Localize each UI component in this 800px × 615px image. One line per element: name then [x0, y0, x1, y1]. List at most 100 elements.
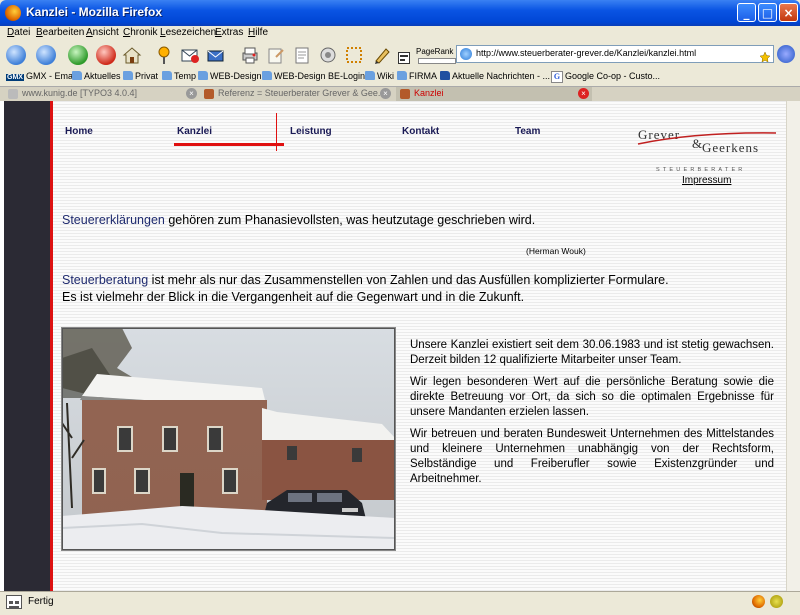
nav-kanzlei[interactable]: Kanzlei: [177, 126, 212, 137]
home-icon[interactable]: [122, 45, 142, 65]
intro-highlight: Steuerberatung: [62, 273, 149, 287]
firefox-status-icon[interactable]: [752, 595, 765, 608]
nav-leistung[interactable]: Leistung: [290, 126, 332, 137]
mail-icon[interactable]: [180, 45, 200, 65]
settings-icon[interactable]: [318, 45, 338, 65]
tab-close-icon[interactable]: ×: [380, 88, 391, 99]
maximize-button[interactable]: □: [758, 3, 777, 22]
tab-strip: www.kunig.de [TYPO3 4.0.4] × Referenz = …: [0, 86, 800, 102]
bookmark-wiki[interactable]: Wiki: [365, 71, 394, 81]
bookmark-google-coop[interactable]: G Google Co-op - Custo...: [551, 71, 660, 83]
address-bar[interactable]: http://www.steuerberater-grever.de/Kanzl…: [456, 45, 774, 63]
logo-name-2: Geerkens: [702, 140, 759, 155]
accent-line: [50, 101, 53, 591]
menu-datei[interactable]: Datei: [7, 27, 30, 38]
bookmark-aktuelles[interactable]: Aktuelles: [72, 71, 121, 81]
logo[interactable]: Grever & Geerkens STEUERBERATER: [636, 124, 778, 174]
bookmark-temp[interactable]: Temp: [162, 71, 196, 81]
edit-icon[interactable]: [266, 45, 286, 65]
print-icon[interactable]: [240, 45, 260, 65]
nav-home[interactable]: Home: [65, 126, 93, 137]
impressum-link[interactable]: Impressum: [682, 175, 731, 186]
rss-icon: [440, 71, 450, 80]
menu-ansicht[interactable]: Ansicht: [86, 27, 119, 38]
navigation-toolbar: PageRank http://www.steuerberater-grever…: [0, 41, 800, 70]
menu-extras[interactable]: Extras: [215, 27, 243, 38]
bookmark-gmx[interactable]: GMX GMX - Email: [6, 71, 77, 81]
nav-divider: [276, 113, 277, 151]
bookmark-aktuelle-nachrichten[interactable]: Aktuelle Nachrichten - ...: [440, 71, 550, 81]
tab-close-icon[interactable]: ×: [578, 88, 589, 99]
bookmark-web-design-be-logins[interactable]: WEB-Design BE-Logins: [262, 71, 370, 81]
nav-kontakt[interactable]: Kontakt: [402, 126, 439, 137]
minimize-button[interactable]: _: [737, 3, 756, 22]
inbox-icon[interactable]: [206, 45, 226, 65]
pagerank-label: PageRank: [416, 47, 454, 56]
folder-icon: [162, 71, 172, 80]
quote-rest: gehören zum Phanasievollsten, was heutzu…: [164, 213, 536, 227]
about-text: Unsere Kanzlei existiert seit dem 30.06.…: [410, 338, 774, 494]
bookmark-firma[interactable]: FIRMA: [397, 71, 437, 81]
tab-referenz[interactable]: Referenz = Steuerberater Grever & Gee...…: [200, 87, 394, 102]
stop-icon[interactable]: [96, 45, 116, 65]
bookmark-web-design[interactable]: WEB-Design: [198, 71, 262, 81]
intro-line-2: Es ist vielmehr der Blick in die Vergang…: [62, 290, 525, 304]
quote-author: (Herman Wouk): [526, 246, 586, 256]
nav-active-underline: [174, 143, 284, 146]
page-icon: [8, 89, 18, 99]
document-icon[interactable]: [292, 45, 312, 65]
window-titlebar: Kanzlei - Mozilla Firefox _ □ ×: [0, 0, 800, 26]
menu-chronik[interactable]: Chronik: [123, 27, 157, 38]
menubar: Datei Bearbeiten Ansicht Chronik Lesezei…: [0, 26, 800, 41]
forward-icon[interactable]: [36, 45, 56, 65]
google-icon: G: [551, 71, 563, 83]
folder-icon: [365, 71, 375, 80]
folder-icon: [72, 71, 82, 80]
back-icon[interactable]: [6, 45, 26, 65]
intro-line-1: Steuerberatung ist mehr als nur das Zusa…: [62, 273, 669, 287]
screenshot-icon[interactable]: [344, 45, 364, 65]
quote-text: Steuererklärungen gehören zum Phanasievo…: [62, 213, 535, 227]
folder-icon: [198, 71, 208, 80]
url-text[interactable]: http://www.steuerberater-grever.de/Kanzl…: [476, 48, 696, 58]
logo-ampersand: &: [692, 136, 702, 151]
status-page-icon: [6, 595, 22, 609]
globe-icon: [460, 48, 472, 60]
bookmark-star-icon[interactable]: [759, 48, 771, 63]
reload-icon[interactable]: [68, 45, 88, 65]
left-sidebar-strip: [4, 101, 50, 591]
about-paragraph-1: Unsere Kanzlei existiert seit dem 30.06.…: [410, 339, 774, 366]
folder-icon: [262, 71, 272, 80]
pin-icon[interactable]: [154, 45, 174, 65]
nav-team[interactable]: Team: [515, 126, 540, 137]
close-button[interactable]: ×: [779, 3, 798, 22]
pagerank-icon: [398, 49, 410, 64]
scrollbar[interactable]: [786, 101, 800, 591]
about-paragraph-3: Wir betreuen und beraten Bundesweit Unte…: [410, 428, 774, 485]
tab-close-icon[interactable]: ×: [186, 88, 197, 99]
pagerank-bar: [418, 58, 456, 64]
menu-hilfe[interactable]: Hilfe: [248, 27, 268, 38]
folder-icon: [397, 71, 407, 80]
tab-kanzlei[interactable]: Kanzlei ×: [396, 87, 592, 102]
firefox-icon: [5, 5, 21, 21]
addon-status-icon[interactable]: [770, 595, 783, 608]
status-bar: Fertig: [0, 591, 800, 613]
menu-bearbeiten[interactable]: Bearbeiten: [36, 27, 84, 38]
bookmarks-toolbar: GMX GMX - Email Aktuelles Privat Temp WEB…: [0, 69, 800, 85]
office-building-photo: [61, 327, 396, 551]
tab-kunig[interactable]: www.kunig.de [TYPO3 4.0.4] ×: [4, 87, 198, 102]
go-icon[interactable]: [777, 45, 795, 63]
window-title: Kanzlei - Mozilla Firefox: [26, 5, 163, 19]
about-paragraph-2: Wir legen besonderen Wert auf die persön…: [410, 376, 774, 418]
status-text: Fertig: [28, 596, 54, 607]
intro-line-1-rest: ist mehr als nur das Zusammenstellen von…: [148, 273, 669, 287]
bookmark-privat[interactable]: Privat: [123, 71, 158, 81]
logo-tagline: STEUERBERATER: [656, 167, 745, 173]
gmx-icon: GMX: [6, 74, 24, 81]
pencil-icon[interactable]: [372, 45, 392, 65]
page-icon: [204, 89, 214, 99]
quote-highlight: Steuererklärungen: [62, 213, 165, 227]
logo-graphic: Grever & Geerkens STEUERBERATER: [637, 127, 777, 173]
menu-lesezeichen[interactable]: Lesezeichen: [160, 27, 216, 38]
